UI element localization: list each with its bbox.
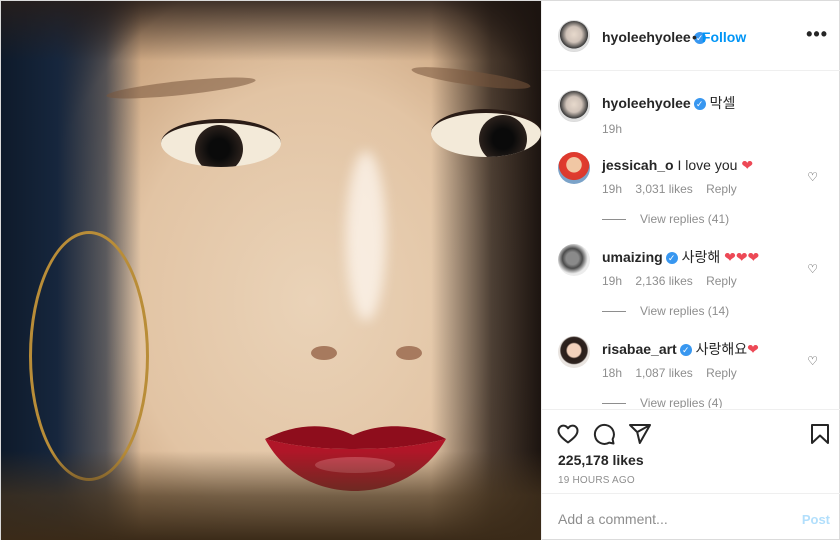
verified-icon: ✓ xyxy=(679,344,692,357)
view-replies-label[interactable]: View replies (14) xyxy=(640,304,729,318)
reply-button[interactable]: Reply xyxy=(706,274,737,288)
photo-nostril xyxy=(396,346,422,360)
follow-wrap: • Follow xyxy=(692,29,746,45)
photo-earring xyxy=(29,231,149,481)
comment-time[interactable]: 19h xyxy=(602,274,622,288)
replies-line xyxy=(602,311,626,313)
heart-emoji: ❤ xyxy=(741,157,754,173)
comment-likes[interactable]: 3,031 likes xyxy=(635,182,692,196)
likes-count[interactable]: 225,178 likes xyxy=(558,452,644,468)
photo-nostril xyxy=(311,346,337,360)
comment-text: jessicah_o I love you ❤ xyxy=(602,156,802,174)
caption-username[interactable]: hyoleehyolee xyxy=(602,95,691,111)
view-replies[interactable]: View replies (14) xyxy=(602,304,729,318)
comment-meta: 19h 2,136 likes Reply xyxy=(602,274,747,288)
caption-text: hyoleehyolee ✓ 막셀 xyxy=(602,94,802,112)
author-username[interactable]: hyoleehyolee ✓ xyxy=(602,29,706,45)
comments-list[interactable]: hyoleehyolee ✓ 막셀 19h jessicah_o I love y… xyxy=(542,72,840,408)
comment-username[interactable]: risabae_art xyxy=(602,341,677,357)
replies-line xyxy=(602,219,626,221)
commenter-avatar[interactable] xyxy=(558,244,590,276)
heart-emoji: ❤❤❤ xyxy=(724,249,760,265)
verified-icon: ✓ xyxy=(665,252,678,265)
comment-time[interactable]: 18h xyxy=(602,366,622,380)
comment-text: umaizing ✓ 사랑해 ❤❤❤ xyxy=(602,248,802,266)
photo-nose-highlight xyxy=(346,151,386,321)
comment-text: risabae_art ✓ 사랑해요❤ xyxy=(602,340,802,358)
view-replies[interactable]: View replies (41) xyxy=(602,212,729,226)
comment-body: 사랑해 xyxy=(681,249,721,265)
comment-icon[interactable] xyxy=(592,422,616,446)
more-icon[interactable]: ••• xyxy=(806,25,828,43)
author-avatar[interactable] xyxy=(558,20,590,52)
add-comment-bar: Post xyxy=(542,493,840,540)
view-replies[interactable]: View replies (4) xyxy=(602,396,722,408)
photo-eye-right xyxy=(431,109,541,157)
separator-dot: • xyxy=(692,29,697,45)
heart-emoji: ❤ xyxy=(747,341,759,357)
photo-eye-left xyxy=(161,119,281,167)
comment-username[interactable]: jessicah_o xyxy=(602,157,674,173)
comment-like-icon[interactable]: ♡ xyxy=(807,170,818,184)
reply-button[interactable]: Reply xyxy=(706,366,737,380)
post-side-panel: hyoleehyolee ✓ • Follow ••• hyoleehyolee ✓ … xyxy=(541,1,840,540)
commenter-avatar[interactable] xyxy=(558,152,590,184)
post-photo[interactable] xyxy=(1,1,541,540)
photo-scarf xyxy=(1,451,541,540)
post-time[interactable]: 19 HOURS AGO xyxy=(558,475,635,486)
comment-meta: 18h 1,087 likes Reply xyxy=(602,366,747,380)
verified-icon: ✓ xyxy=(693,98,706,111)
caption-time[interactable]: 19h xyxy=(602,122,622,136)
author-avatar[interactable] xyxy=(558,90,590,122)
comment-time[interactable]: 19h xyxy=(602,182,622,196)
commenter-avatar[interactable] xyxy=(558,336,590,368)
comment-body: I love you xyxy=(677,157,738,173)
comment-body: 사랑해요 xyxy=(695,341,748,357)
post-comment-button[interactable]: Post xyxy=(802,512,830,527)
comment-meta: 19h 3,031 likes Reply xyxy=(602,182,747,196)
comment-likes[interactable]: 2,136 likes xyxy=(635,274,692,288)
instagram-post: hyoleehyolee ✓ • Follow ••• hyoleehyolee ✓ … xyxy=(0,0,840,540)
author-username-text[interactable]: hyoleehyolee xyxy=(602,29,691,45)
comment-username[interactable]: umaizing xyxy=(602,249,663,265)
comment-like-icon[interactable]: ♡ xyxy=(807,354,818,368)
add-comment-input[interactable] xyxy=(558,511,778,527)
caption-meta: 19h xyxy=(602,122,632,136)
post-actions: 225,178 likes 19 HOURS AGO xyxy=(542,409,840,493)
share-icon[interactable] xyxy=(628,422,652,446)
view-replies-label[interactable]: View replies (41) xyxy=(640,212,729,226)
heart-icon[interactable] xyxy=(556,422,580,446)
comment-like-icon[interactable]: ♡ xyxy=(807,262,818,276)
bookmark-icon[interactable] xyxy=(808,422,832,446)
view-replies-label[interactable]: View replies (4) xyxy=(640,396,722,408)
post-header: hyoleehyolee ✓ • Follow ••• xyxy=(542,1,840,71)
reply-button[interactable]: Reply xyxy=(706,182,737,196)
follow-button[interactable]: Follow xyxy=(702,29,746,45)
comment-likes[interactable]: 1,087 likes xyxy=(635,366,692,380)
replies-line xyxy=(602,403,626,405)
caption-body: 막셀 xyxy=(709,95,736,111)
